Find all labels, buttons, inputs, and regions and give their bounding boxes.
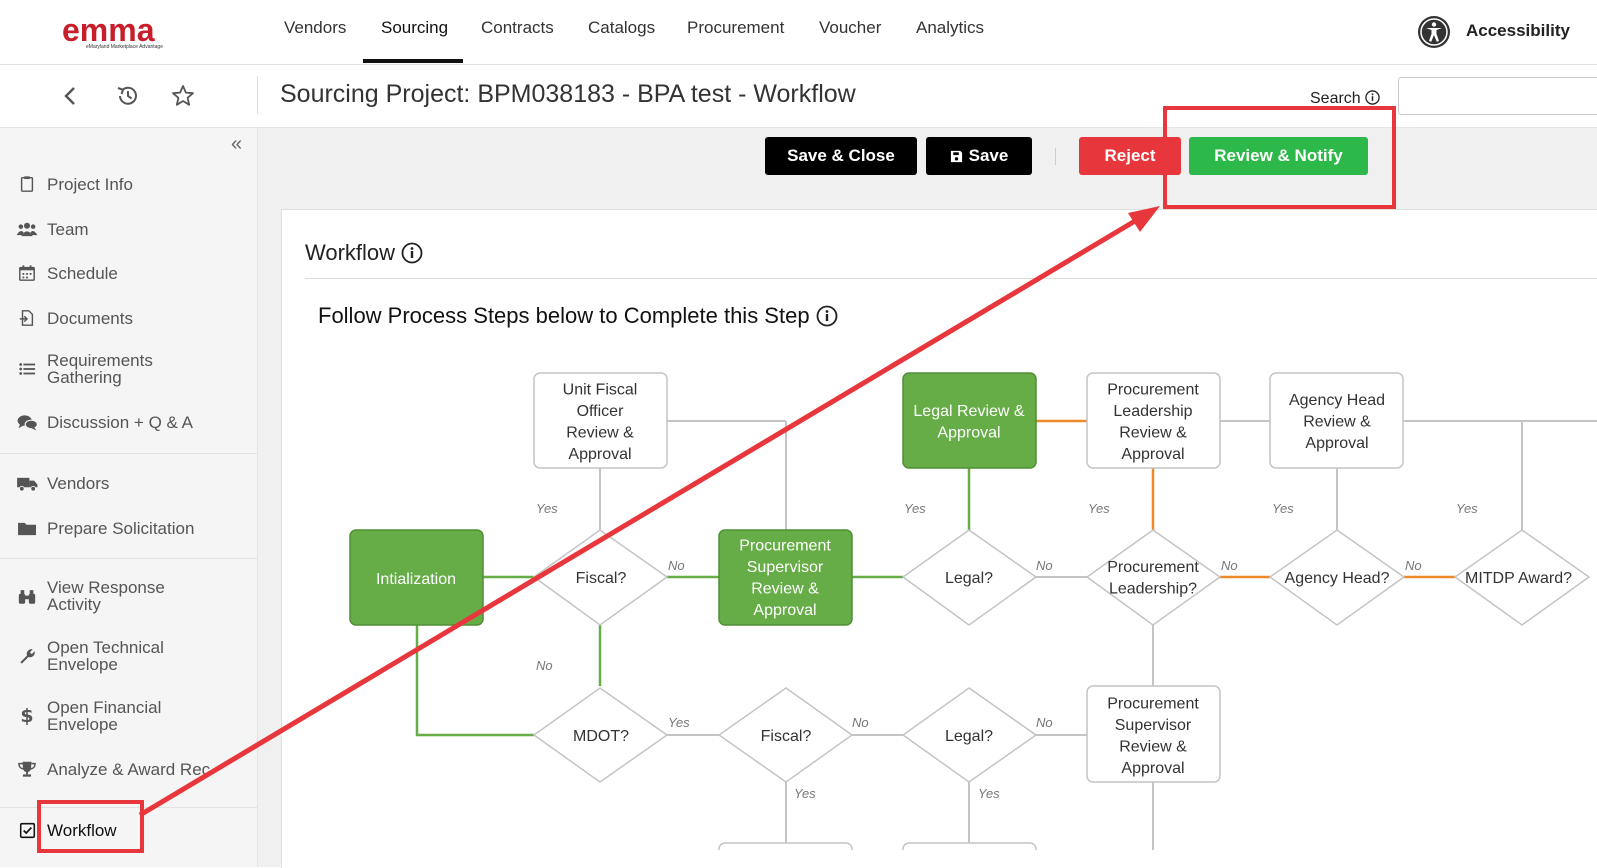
decision-mdot[interactable]: MDOT? <box>573 728 629 745</box>
edge-no: No <box>1405 558 1422 573</box>
step-box-agency-head[interactable]: Agency Head Review & Approval <box>1269 372 1404 469</box>
decision-fiscal[interactable]: Fiscal? <box>576 570 627 587</box>
edge-no: No <box>1221 558 1238 573</box>
edge-no: No <box>852 715 869 730</box>
edge-yes: Yes <box>1088 501 1110 516</box>
edge-yes: Yes <box>978 786 1000 801</box>
edge-yes: Yes <box>1272 501 1294 516</box>
decision-agency-head[interactable]: Agency Head? <box>1285 570 1390 587</box>
edge-no: No <box>1036 715 1053 730</box>
edge-yes: Yes <box>536 501 558 516</box>
step-box-unit-fiscal[interactable]: Unit Fiscal Officer Review & Approval <box>533 372 668 469</box>
edge-yes: Yes <box>1456 501 1478 516</box>
decision-diamonds <box>532 529 1591 783</box>
step-box-procurement-supervisor-2[interactable]: Procurement Supervisor Review & Approval <box>1086 685 1221 783</box>
decision-legal-2[interactable]: Legal? <box>945 728 993 745</box>
step-label: Intialization <box>376 571 456 588</box>
step-box-procurement-supervisor[interactable]: Procurement Supervisor Review & Approval <box>718 529 853 626</box>
edge-no: No <box>536 658 553 673</box>
step-box-procurement-leadership[interactable]: Procurement Leadership Review & Approval <box>1086 372 1221 469</box>
decision-legal[interactable]: Legal? <box>945 570 993 587</box>
edge-no: No <box>1036 558 1053 573</box>
step-box-legal-review[interactable]: Legal Review & Approval <box>902 372 1037 469</box>
step-box-initialization[interactable]: Intialization <box>349 529 484 626</box>
edge-yes: Yes <box>904 501 926 516</box>
offscreen-step-boxes <box>718 842 1037 850</box>
decision-fiscal-2[interactable]: Fiscal? <box>761 728 812 745</box>
decision-mitdp[interactable]: MITDP Award? <box>1465 570 1572 587</box>
workflow-diagram: Intialization Unit Fiscal Officer Review &… <box>138 206 1597 850</box>
edge-yes: Yes <box>668 715 690 730</box>
edge-yes: Yes <box>794 786 816 801</box>
edge-no: No <box>668 558 685 573</box>
gray-connectors <box>599 420 1597 850</box>
